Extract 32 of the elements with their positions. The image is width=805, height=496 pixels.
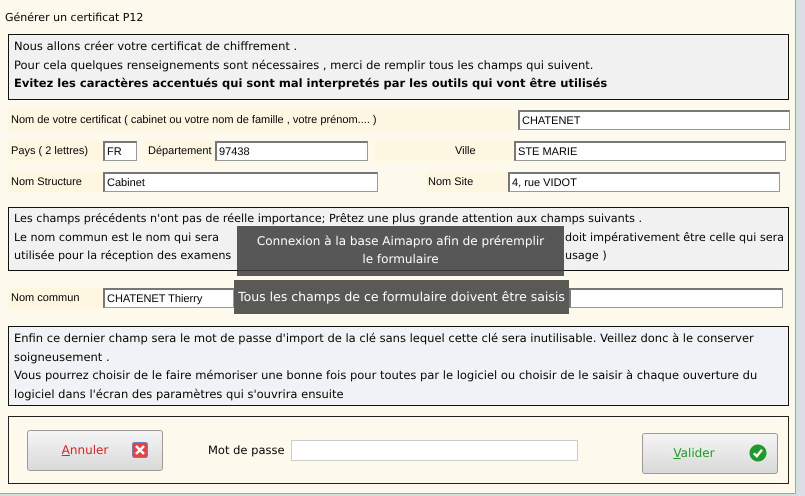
input-field[interactable]: 4, rue VIDOT xyxy=(508,172,780,192)
field-label: Mot de passe xyxy=(208,443,285,457)
toast-message: Tous les champs de ce formulaire doivent être saisis xyxy=(234,280,569,314)
field-label: Nom Structure xyxy=(8,171,103,193)
input-field[interactable]: CHATENET xyxy=(518,110,790,130)
info-text: Evitez les caractères accentués qui sont mal interpretés par les outils qui vont être utilisés xyxy=(14,75,608,92)
info-text: Pour cela quelques renseignements sont nécessaires , merci de remplir tous les champs qui suivent. xyxy=(14,56,594,74)
info-text: Nous allons créer votre certificat de chiffrement . xyxy=(14,38,298,55)
cancel-button[interactable]: Annuler xyxy=(27,430,163,470)
input-field[interactable]: CHATENET Thierry xyxy=(103,288,234,308)
info-text: usage ) xyxy=(565,248,607,264)
toast-message: Connexion à la base Aimapro afin de préremplir le formulaire xyxy=(237,226,564,276)
input-field[interactable]: FR xyxy=(103,141,137,161)
input-field[interactable]: 97438 xyxy=(215,141,368,161)
info-text: doit impérativement être celle qui sera xyxy=(565,230,784,246)
input-field[interactable]: STE MARIE xyxy=(514,141,786,161)
field-label: Ville xyxy=(374,140,514,162)
info-text: Enfin ce dernier champ sera le mot de passe d'import de la clé sans lequel cette clé sera inutilisable. Veillez donc à le conserver soigneusement . Vous pourrez choisir de le faire mémoriser une bonne fois pour toutes par le logiciel ou choisir de le saisir à chaque ouverture du logiciel dans l'écran des paramètres qui s'ouvrira ensuite xyxy=(14,330,758,402)
info-text: Les champs précédents n'ont pas de réelle importance; Prêtez une plus grande attention aux champs suivants . xyxy=(14,211,642,227)
password-field[interactable] xyxy=(290,440,578,460)
input-field[interactable]: Cabinet xyxy=(103,172,378,192)
close-icon xyxy=(132,442,148,458)
field-label: Pays ( 2 lettres) xyxy=(8,140,103,162)
window-title: Générer un certificat P12 xyxy=(5,10,144,26)
info-text: utilisée pour la réception des examens xyxy=(14,248,232,264)
field-label: Nom de votre certificat ( cabinet ou votre nom de famille , votre prénom.... ) xyxy=(8,109,518,131)
field-label: Nom commun xyxy=(8,287,103,309)
input-field[interactable] xyxy=(569,288,783,308)
check-icon xyxy=(748,444,767,462)
field-label: Nom Site xyxy=(426,171,508,193)
info-text: Le nom commun est le nom qui sera xyxy=(14,230,220,246)
field-label: Département xyxy=(145,140,215,162)
